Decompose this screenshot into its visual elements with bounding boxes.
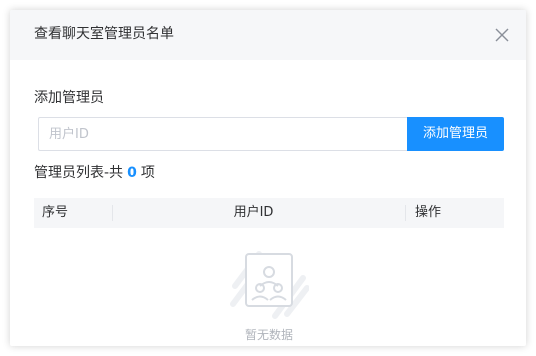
admin-list-title-prefix: 管理员列表-共 xyxy=(34,165,124,181)
admin-list-title: 管理员列表-共 0 项 xyxy=(34,163,155,183)
add-admin-form: 添加管理员 xyxy=(38,117,504,151)
column-divider xyxy=(405,205,406,221)
empty-text: 暂无数据 xyxy=(244,328,293,342)
column-header-action: 操作 xyxy=(415,205,442,220)
admin-list-title-suffix: 项 xyxy=(140,165,155,181)
close-icon xyxy=(495,28,509,42)
admin-list-dialog: 查看聊天室管理员名单 添加管理员 添加管理员 管理员列表-共0项 序号 用户ID… xyxy=(10,10,526,346)
dialog-title: 查看聊天室管理员名单 xyxy=(34,26,174,42)
userid-input[interactable] xyxy=(38,117,407,151)
column-header-index: 序号 xyxy=(42,205,69,220)
add-admin-button[interactable]: 添加管理员 xyxy=(407,117,504,151)
add-admin-label: 添加管理员 xyxy=(34,90,104,106)
empty-state: 暂无数据 xyxy=(34,230,504,346)
no-users-icon xyxy=(230,251,309,319)
admin-table: 序号 用户ID 操作 xyxy=(34,198,504,228)
table-header: 序号 用户ID 操作 xyxy=(34,198,504,228)
dialog-header: 查看聊天室管理员名单 xyxy=(10,10,526,60)
close-button[interactable] xyxy=(494,27,510,43)
column-header-userid: 用户ID xyxy=(233,205,274,220)
admin-count: 0 xyxy=(127,165,137,181)
